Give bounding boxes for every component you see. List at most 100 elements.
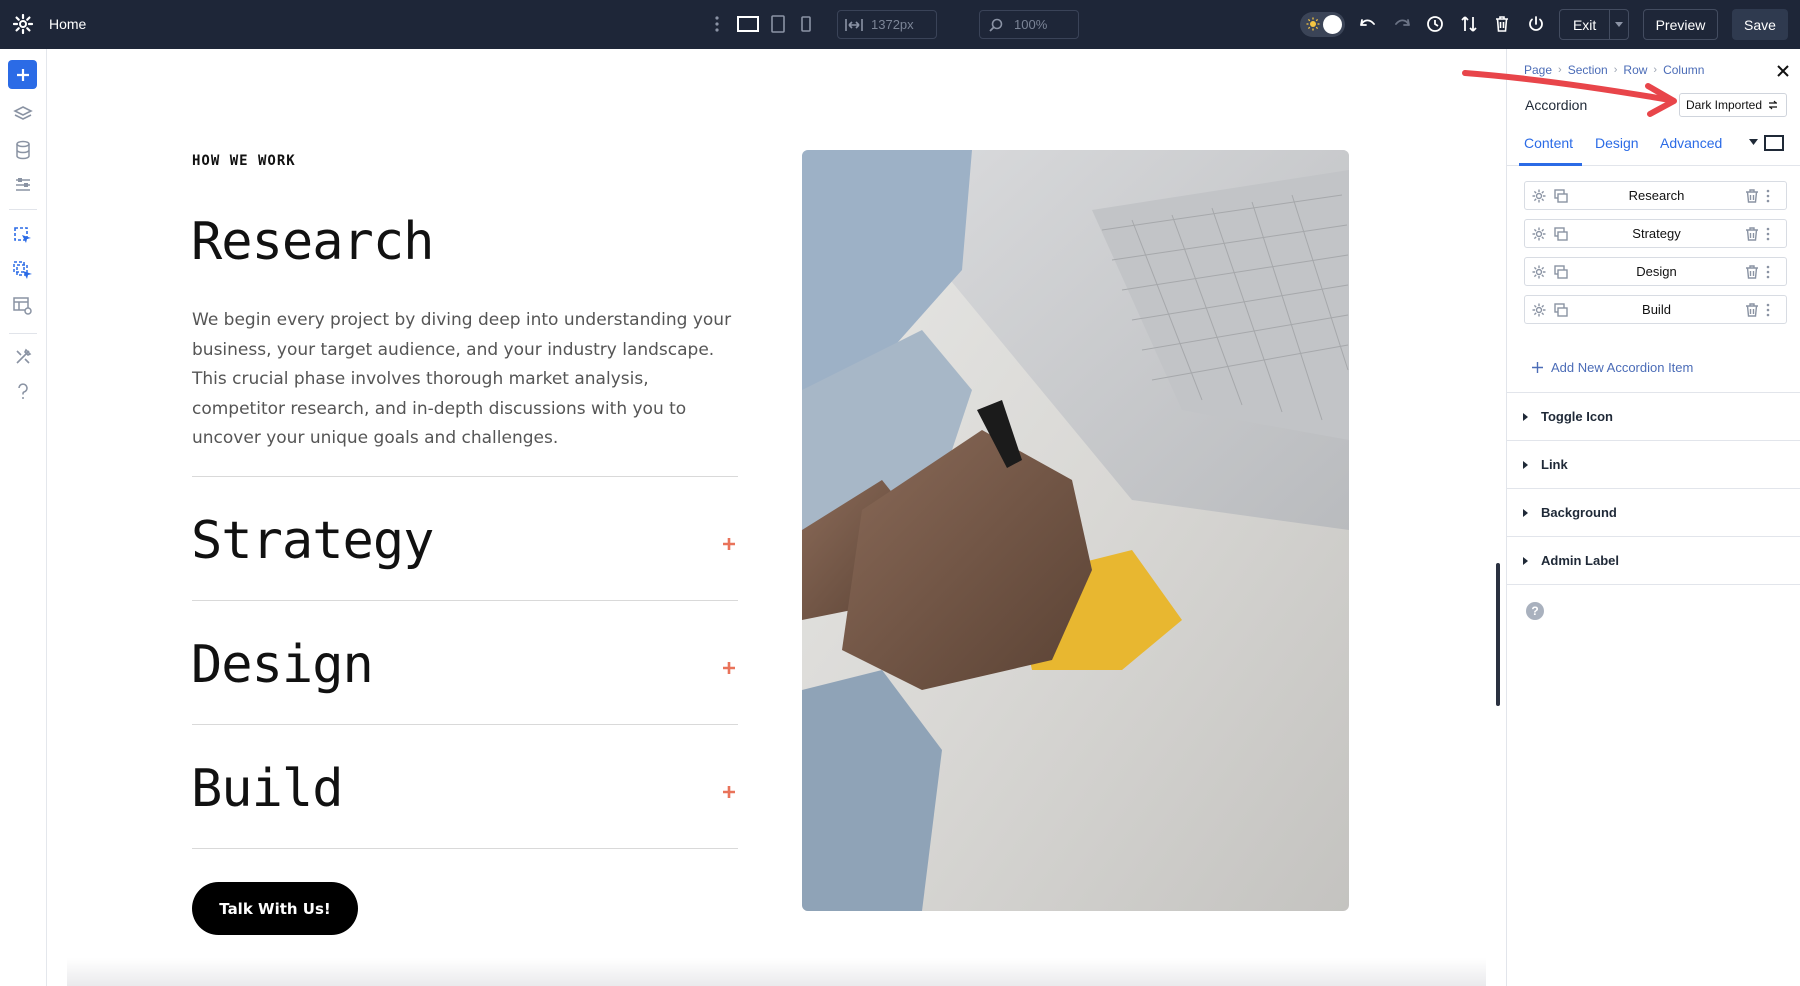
section-eyebrow: HOW WE WORK [192, 153, 296, 169]
caret-right-icon [1523, 509, 1528, 517]
section-label: Background [1541, 505, 1617, 520]
builder-canvas[interactable]: HOW WE WORK Research We begin every proj… [47, 49, 1506, 986]
section-background[interactable]: Background [1507, 489, 1800, 537]
accordion-item-row[interactable]: Build [1524, 295, 1787, 324]
gear-icon[interactable] [1531, 226, 1547, 242]
accordion-items-list: Research Strategy Design Build Add New A… [1507, 167, 1800, 393]
preset-label: Dark Imported [1686, 98, 1763, 112]
accordion-item-title[interactable]: Build [191, 759, 344, 819]
caret-right-icon [1523, 413, 1528, 421]
more-vertical-icon[interactable] [714, 14, 720, 34]
breadcrumb: Page › Section › Row › Column [1524, 63, 1704, 77]
canvas-scrollbar[interactable] [1496, 563, 1500, 706]
section-label: Toggle Icon [1541, 409, 1613, 424]
breadcrumb-chevron-icon: › [1558, 64, 1562, 76]
settings-gear-icon[interactable] [13, 14, 33, 34]
add-element-button[interactable] [8, 60, 37, 89]
trash-icon[interactable] [1744, 264, 1760, 280]
breadcrumb-page[interactable]: Page [1524, 63, 1552, 77]
hero-photo[interactable] [802, 150, 1349, 911]
duplicate-icon[interactable] [1553, 302, 1569, 318]
layout-search-icon[interactable] [11, 294, 35, 318]
caret-right-icon [1523, 557, 1528, 565]
section-admin-label[interactable]: Admin Label [1507, 537, 1800, 585]
section-toggle-icon[interactable]: Toggle Icon [1507, 393, 1800, 441]
tab-design[interactable]: Design [1595, 135, 1639, 151]
accordion-item-title[interactable]: Strategy [191, 511, 434, 571]
accordion-item-row[interactable]: Strategy [1524, 219, 1787, 248]
theme-toggle[interactable] [1300, 12, 1345, 37]
talk-with-us-button[interactable]: Talk With Us! [192, 882, 358, 935]
tools-icon[interactable] [11, 345, 35, 369]
breadcrumb-row[interactable]: Row [1623, 63, 1647, 77]
duplicate-icon[interactable] [1553, 264, 1569, 280]
toggle-knob [1323, 15, 1342, 34]
duplicate-icon[interactable] [1553, 226, 1569, 242]
trash-icon[interactable] [1744, 302, 1760, 318]
tab-content[interactable]: Content [1524, 135, 1573, 151]
zoom-icon [989, 18, 1003, 32]
zoom-input[interactable]: 100% [979, 10, 1079, 39]
more-vertical-icon[interactable] [1765, 302, 1771, 318]
sun-icon [1306, 17, 1320, 31]
gear-icon[interactable] [1531, 302, 1547, 318]
module-title: Accordion [1525, 97, 1588, 113]
width-resize-icon [845, 18, 863, 31]
zoom-value: 100% [1014, 17, 1048, 32]
exit-dropdown-caret-icon[interactable] [1609, 10, 1628, 39]
expand-plus-icon[interactable] [721, 536, 737, 552]
duplicate-icon[interactable] [1553, 188, 1569, 204]
sort-icon[interactable] [1458, 13, 1480, 35]
tab-advanced[interactable]: Advanced [1660, 135, 1722, 151]
layers-icon[interactable] [11, 102, 35, 126]
help-icon[interactable]: ? [1526, 602, 1544, 620]
breadcrumb-column[interactable]: Column [1663, 63, 1704, 77]
phone-view-icon[interactable] [799, 14, 813, 34]
breadcrumb-section[interactable]: Section [1568, 63, 1608, 77]
trash-icon[interactable] [1491, 13, 1513, 35]
power-icon[interactable] [1525, 13, 1547, 35]
gear-icon[interactable] [1531, 264, 1547, 280]
save-button[interactable]: Save [1732, 9, 1788, 40]
sidebar-divider [9, 209, 37, 210]
plus-icon [1532, 362, 1543, 373]
history-icon[interactable] [1424, 13, 1446, 35]
width-input[interactable]: 1372px [837, 10, 937, 39]
undo-icon[interactable] [1357, 13, 1379, 35]
multi-select-icon[interactable] [11, 259, 35, 283]
top-toolbar: Home 1372px 100% Exit Preview Save [0, 0, 1800, 49]
database-icon[interactable] [11, 138, 35, 162]
help-question-icon[interactable] [11, 380, 35, 404]
accordion-item-title[interactable]: Design [191, 635, 374, 695]
gear-icon[interactable] [1531, 188, 1547, 204]
accordion-open-title[interactable]: Research [191, 212, 434, 272]
click-select-icon[interactable] [11, 224, 35, 248]
more-vertical-icon[interactable] [1765, 226, 1771, 242]
desktop-view-icon[interactable] [737, 14, 759, 34]
caret-right-icon [1523, 461, 1528, 469]
caret-down-icon[interactable] [1749, 139, 1758, 145]
redo-icon[interactable] [1391, 13, 1413, 35]
trash-icon[interactable] [1744, 226, 1760, 242]
plus-icon [16, 68, 29, 81]
preview-button[interactable]: Preview [1643, 9, 1718, 40]
panel-view-toggle-icon[interactable] [1764, 135, 1784, 151]
add-accordion-item-button[interactable]: Add New Accordion Item [1532, 360, 1693, 375]
exit-button[interactable]: Exit [1559, 9, 1629, 40]
accordion-divider [192, 724, 738, 725]
expand-plus-icon[interactable] [721, 660, 737, 676]
tablet-view-icon[interactable] [770, 14, 786, 34]
more-vertical-icon[interactable] [1765, 188, 1771, 204]
close-icon[interactable] [1775, 63, 1791, 79]
section-link[interactable]: Link [1507, 441, 1800, 489]
trash-icon[interactable] [1744, 188, 1760, 204]
settings-sliders-icon[interactable] [11, 173, 35, 197]
more-vertical-icon[interactable] [1765, 264, 1771, 280]
accordion-item-row[interactable]: Design [1524, 257, 1787, 286]
accordion-open-body: We begin every project by diving deep in… [192, 310, 732, 448]
preset-selector[interactable]: Dark Imported [1679, 93, 1787, 117]
accordion-item-row[interactable]: Research [1524, 181, 1787, 210]
accordion-divider [192, 600, 738, 601]
expand-plus-icon[interactable] [721, 784, 737, 800]
accordion-divider [192, 848, 738, 849]
